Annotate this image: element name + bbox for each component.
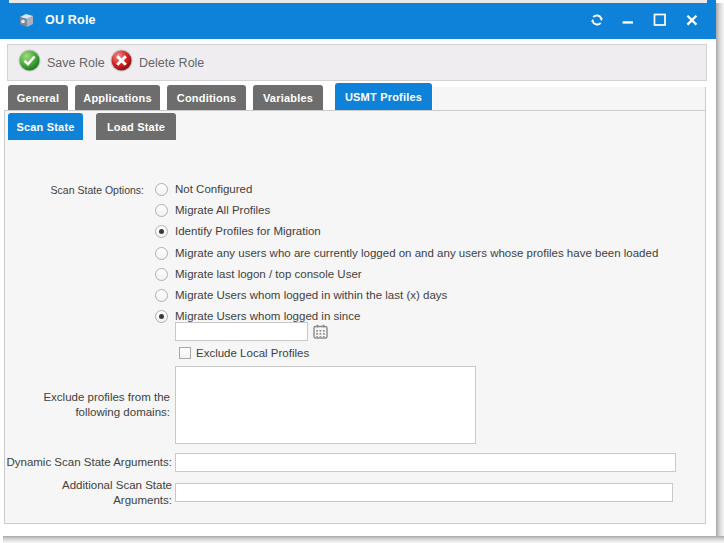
radio-migrate-since[interactable]: Migrate Users whom logged in since	[155, 309, 360, 323]
radio-migrate-last-logon[interactable]: Migrate last logon / top console User	[155, 267, 362, 281]
tab-applications[interactable]: Applications	[75, 85, 160, 110]
tab-conditions[interactable]: Conditions	[167, 85, 246, 110]
delete-icon	[110, 49, 133, 76]
tab-applications-label: Applications	[83, 92, 151, 104]
delete-role-button[interactable]: Delete Role	[110, 45, 204, 80]
save-icon	[18, 49, 41, 76]
radio-icon	[155, 289, 168, 302]
tab-general-label: General	[17, 92, 59, 104]
dynamic-args-label: Dynamic Scan State Arguments:	[0, 455, 172, 470]
radio-icon	[155, 247, 168, 260]
exclude-domains-label: Exclude profiles from the following doma…	[0, 390, 170, 420]
subtab-scan-state[interactable]: Scan State	[8, 113, 83, 140]
subtab-load-state-label: Load State	[107, 121, 165, 133]
tab-usmt-profiles-label: USMT Profiles	[345, 91, 422, 103]
screen: OU Role	[0, 0, 724, 543]
radio-label: Migrate last logon / top console User	[175, 268, 362, 280]
tab-variables[interactable]: Variables	[253, 85, 323, 110]
subtab-scan-state-label: Scan State	[16, 121, 74, 133]
window-shadow-bottom	[3, 536, 724, 543]
window-title: OU Role	[45, 13, 96, 27]
save-role-button[interactable]: Save Role	[18, 45, 105, 80]
radio-label: Migrate Users whom logged in within the …	[175, 289, 447, 301]
refresh-button[interactable]	[589, 0, 605, 39]
radio-migrate-last-x-days[interactable]: Migrate Users whom logged in within the …	[155, 288, 447, 302]
close-button[interactable]	[684, 0, 700, 39]
radio-label: Migrate All Profiles	[175, 204, 270, 216]
exclude-domains-textarea[interactable]	[175, 366, 476, 444]
exclude-local-profiles-label: Exclude Local Profiles	[196, 347, 309, 359]
scan-state-options-label: Scan State Options:	[0, 183, 144, 198]
window-shadow-right	[716, 3, 724, 536]
tab-conditions-label: Conditions	[177, 92, 236, 104]
title-bar[interactable]: OU Role	[0, 0, 716, 39]
additional-args-label: Additional Scan State Arguments:	[0, 478, 172, 508]
radio-label: Migrate any users who are currently logg…	[175, 247, 658, 259]
exclude-domains-label-line1: Exclude profiles from the	[0, 390, 170, 405]
logged-in-since-date-input[interactable]	[175, 322, 308, 341]
radio-label: Not Configured	[175, 183, 252, 195]
calendar-icon[interactable]	[313, 324, 328, 343]
tab-usmt-profiles[interactable]: USMT Profiles	[335, 83, 432, 110]
dynamic-args-input[interactable]	[175, 453, 676, 472]
radio-not-configured[interactable]: Not Configured	[155, 182, 252, 196]
radio-migrate-logged-on-users[interactable]: Migrate any users who are currently logg…	[155, 246, 658, 260]
additional-args-label-line2: Arguments:	[0, 493, 172, 508]
minimize-button[interactable]	[620, 0, 636, 39]
maximize-button[interactable]	[652, 0, 668, 39]
radio-migrate-all-profiles[interactable]: Migrate All Profiles	[155, 203, 270, 217]
additional-args-input[interactable]	[175, 483, 673, 502]
radio-icon	[155, 310, 168, 323]
exclude-domains-label-line2: following domains:	[0, 405, 170, 420]
radio-icon	[155, 204, 168, 217]
exclude-local-profiles-checkbox[interactable]	[179, 347, 191, 359]
save-role-label: Save Role	[47, 56, 105, 70]
radio-icon	[155, 183, 168, 196]
radio-icon	[155, 225, 168, 238]
additional-args-label-line1: Additional Scan State	[0, 478, 172, 493]
tabstrip-background	[433, 87, 706, 111]
window-icon	[18, 12, 35, 33]
radio-icon	[155, 268, 168, 281]
delete-role-label: Delete Role	[139, 56, 204, 70]
toolbar: Save Role Delete Role	[7, 44, 707, 81]
ou-role-dialog: OU Role	[0, 0, 716, 536]
tab-variables-label: Variables	[263, 92, 313, 104]
radio-identify-profiles[interactable]: Identify Profiles for Migration	[155, 224, 321, 238]
subtab-load-state[interactable]: Load State	[96, 113, 176, 140]
radio-label: Migrate Users whom logged in since	[175, 310, 360, 322]
tab-general[interactable]: General	[8, 85, 68, 110]
radio-label: Identify Profiles for Migration	[175, 225, 321, 237]
